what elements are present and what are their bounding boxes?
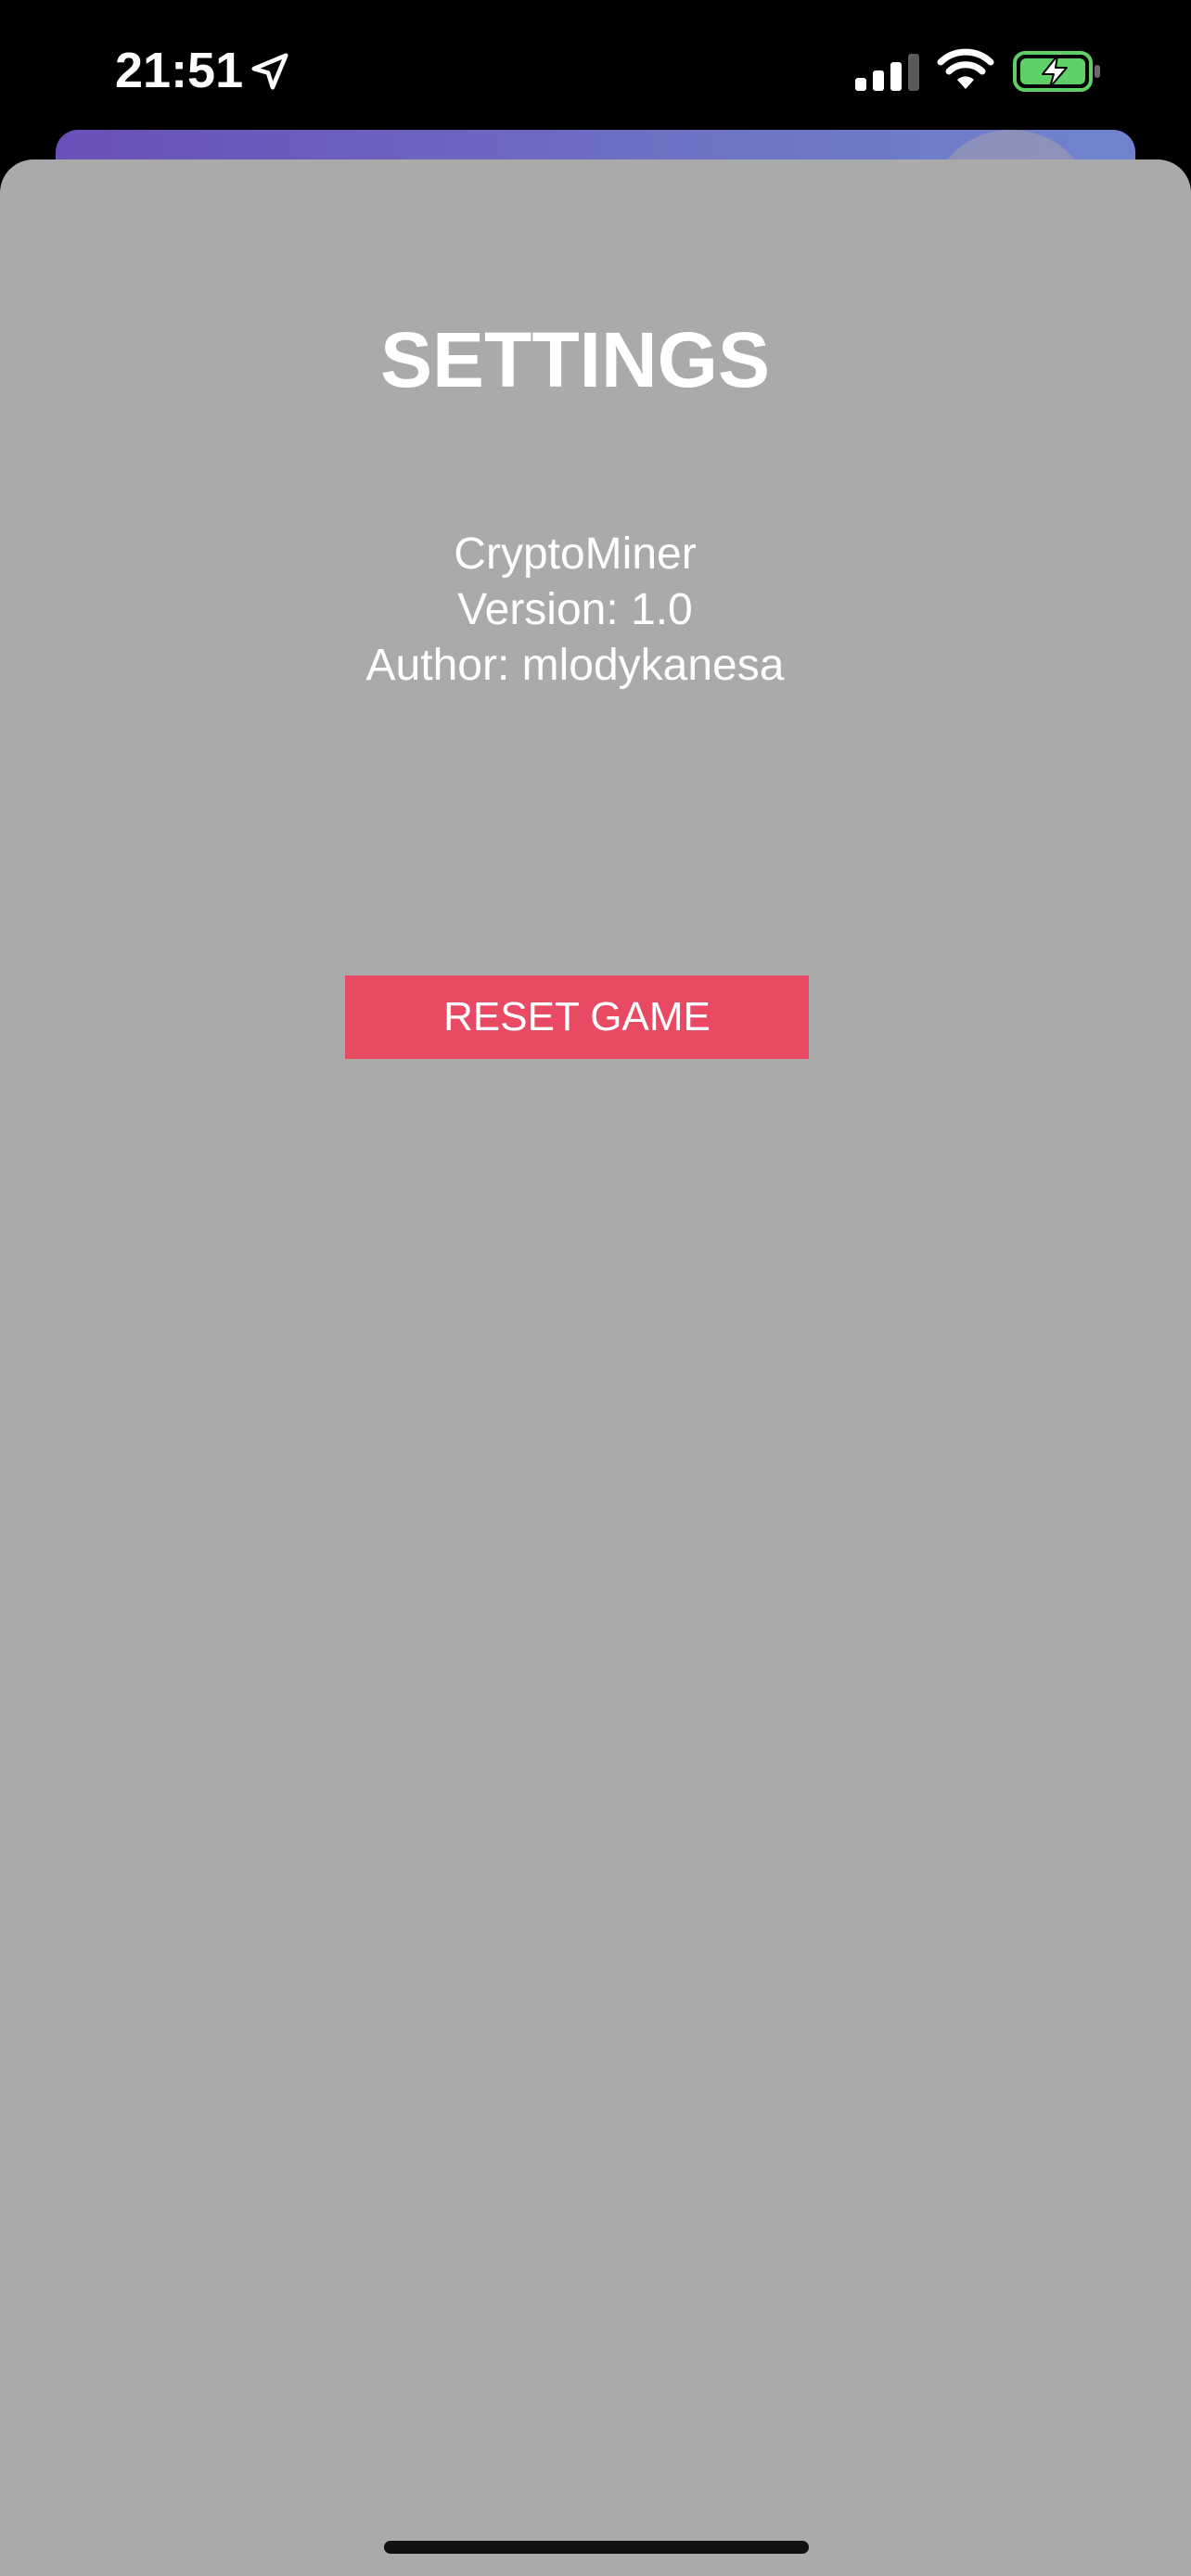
app-info: CryptoMiner Version: 1.0 Author: mlodyka… (0, 527, 1150, 694)
screen: 21:51 SETTINGS CryptoMiner Version: 1.0 … (0, 0, 1191, 2576)
home-indicator[interactable] (384, 2541, 809, 2554)
status-time: 21:51 (115, 43, 244, 98)
location-arrow-icon (251, 53, 288, 90)
wifi-icon (937, 48, 994, 89)
settings-sheet: SETTINGS CryptoMiner Version: 1.0 Author… (0, 159, 1191, 2576)
app-name: CryptoMiner (454, 529, 697, 579)
app-version: Version: 1.0 (457, 585, 693, 634)
battery-charging-icon (1013, 51, 1100, 92)
status-bar: 21:51 (0, 0, 1191, 139)
cellular-signal-icon (855, 54, 919, 91)
app-author: Author: mlodykanesa (365, 641, 785, 690)
page-title: SETTINGS (379, 316, 771, 403)
reset-game-button[interactable]: RESET GAME (345, 976, 809, 1059)
